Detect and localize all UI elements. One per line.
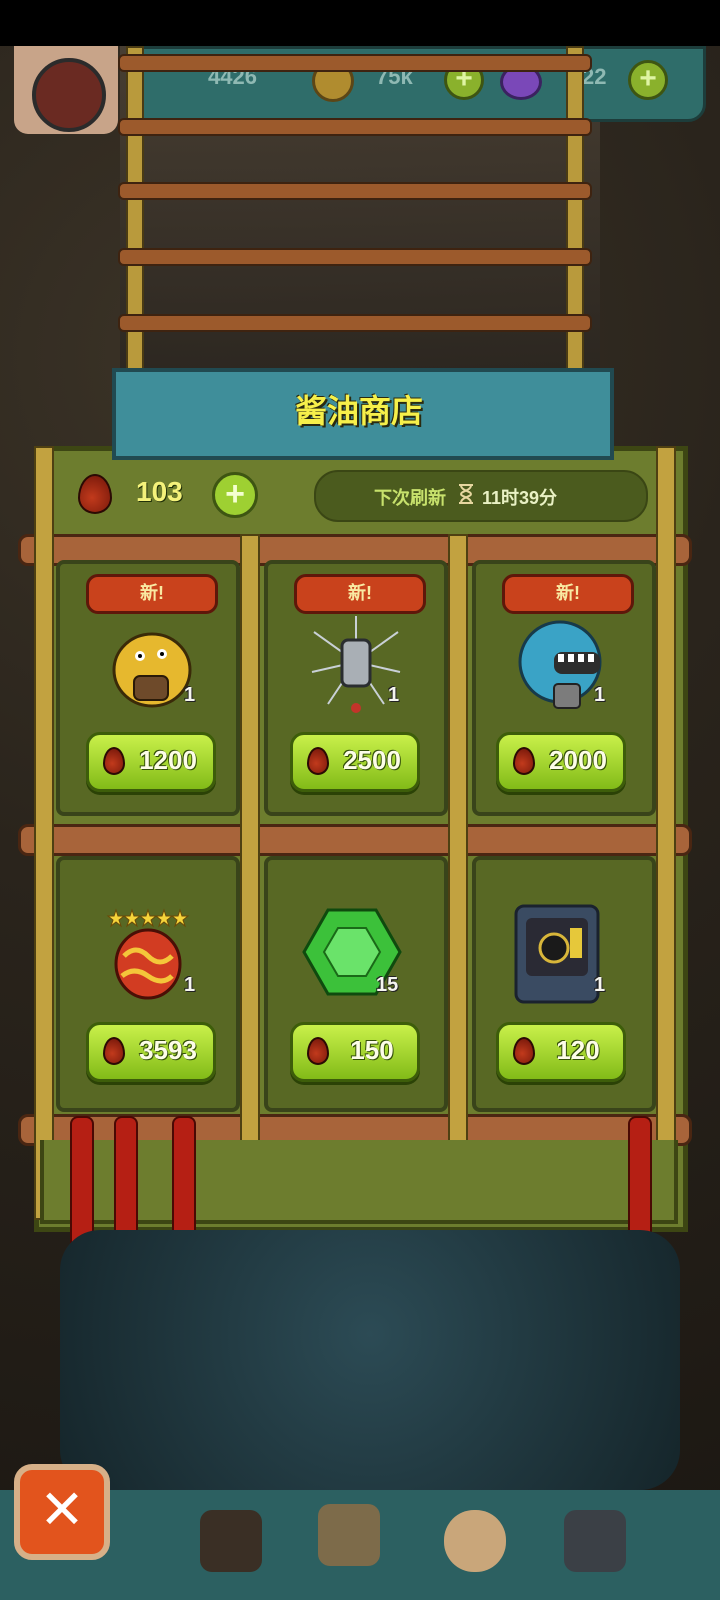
buy-button[interactable]: 120 <box>496 1022 626 1082</box>
item-price: 3593 <box>139 1035 197 1065</box>
soy-sauce-drop-icon <box>513 1037 535 1065</box>
refresh-timer-box <box>314 470 648 522</box>
soy-sauce-drop-icon <box>78 474 112 514</box>
soy-sauce-drop-icon <box>103 1037 125 1065</box>
add-soy-sauce-button[interactable]: + <box>212 472 258 518</box>
tassel-decoration <box>628 1116 652 1246</box>
shelf-post <box>240 534 260 1148</box>
buy-button[interactable]: 150 <box>290 1022 420 1082</box>
soy-sauce-drop-icon <box>307 1037 329 1065</box>
grid-menu-icon[interactable] <box>564 1510 626 1572</box>
player-avatar[interactable] <box>32 58 106 132</box>
book-nav-icon[interactable] <box>318 1504 380 1566</box>
item-quantity: 1 <box>388 684 400 706</box>
hourglass-icon <box>459 484 473 504</box>
item-price: 120 <box>556 1035 600 1065</box>
ladder-rung <box>118 314 592 332</box>
bag-nav-icon[interactable] <box>444 1510 506 1572</box>
buy-button[interactable]: 1200 <box>86 732 216 792</box>
portal-machine <box>60 1230 680 1490</box>
buy-button[interactable]: 3593 <box>86 1022 216 1082</box>
item-price: 150 <box>350 1035 394 1065</box>
soy-sauce-amount: 103 <box>136 476 183 507</box>
shelf-beam-middle <box>18 824 692 856</box>
ladder-rung <box>118 182 592 200</box>
item-quantity: 1 <box>594 974 606 996</box>
buy-button[interactable]: 2500 <box>290 732 420 792</box>
item-quantity: 1 <box>184 974 196 996</box>
five-star-egg-icon <box>106 908 190 1000</box>
item-quantity: 1 <box>594 684 606 706</box>
shelf-post <box>448 534 468 1148</box>
ladder-rung <box>118 54 592 72</box>
item-price: 2500 <box>343 745 401 775</box>
item-price: 2000 <box>549 745 607 775</box>
soy-sauce-drop-icon <box>103 747 125 775</box>
close-button[interactable]: ✕ <box>14 1464 110 1560</box>
machine-card-icon <box>514 904 600 1004</box>
soy-sauce-drop-icon <box>513 747 535 775</box>
monster-nav-icon[interactable] <box>200 1510 262 1572</box>
close-icon: ✕ <box>39 1480 85 1540</box>
shelf-post <box>656 446 676 1220</box>
ladder-rung <box>118 118 592 136</box>
shop-title: 酱油商店 <box>294 393 423 429</box>
item-quantity: 15 <box>376 974 399 996</box>
ladder-rung <box>118 248 592 266</box>
new-tag: 新! <box>86 574 218 614</box>
buy-button[interactable]: 2000 <box>496 732 626 792</box>
new-tag: 新! <box>502 574 634 614</box>
soy-sauce-drop-icon <box>307 747 329 775</box>
status-bar <box>0 0 720 46</box>
item-price: 1200 <box>139 745 197 775</box>
refresh-time: 11时39分 <box>482 488 558 508</box>
item-quantity: 1 <box>184 684 196 706</box>
new-tag: 新! <box>294 574 426 614</box>
shelf-post <box>34 446 54 1220</box>
add-gems-button[interactable]: + <box>628 60 668 100</box>
refresh-label: 下次刷新 <box>374 488 446 508</box>
